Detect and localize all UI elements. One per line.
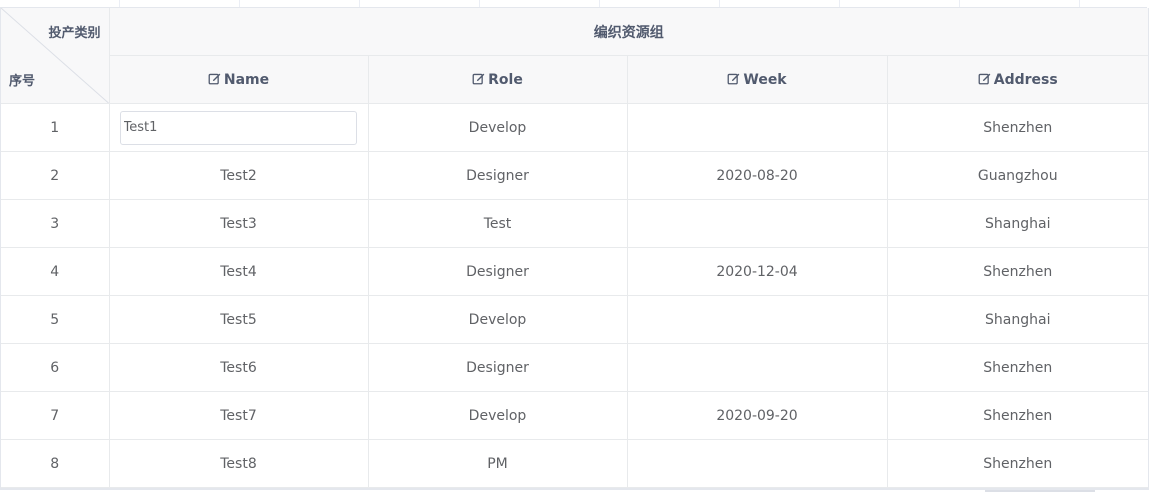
week-cell[interactable] <box>626 199 888 248</box>
week-cell[interactable]: 2020-08-20 <box>626 151 888 200</box>
address-cell[interactable]: Shenzhen <box>886 439 1148 488</box>
column-header-name[interactable]: Name <box>109 55 369 104</box>
name-cell[interactable]: Test3 <box>108 199 369 248</box>
header-row-columns: Name Role Week Address <box>1 55 1148 104</box>
table-header: 投产类别 序号 编织资源组 Name Role Week Address <box>1 8 1148 104</box>
column-header-label: Name <box>223 71 270 88</box>
edit-icon <box>978 73 991 84</box>
edit-icon <box>208 73 221 84</box>
address-cell[interactable]: Shenzhen <box>886 391 1148 440</box>
address-cell[interactable]: Shenzhen <box>886 343 1148 392</box>
week-cell[interactable] <box>626 439 888 488</box>
week-cell[interactable]: 2020-09-20 <box>626 391 888 440</box>
row-seq-cell: 5 <box>1 295 110 344</box>
row-seq-cell: 6 <box>1 343 110 392</box>
role-cell[interactable]: Designer <box>367 247 628 296</box>
table-row: 6 Test6 Designer Shenzhen <box>1 343 1148 392</box>
data-grid: 投产类别 序号 编织资源组 Name Role Week Address 1 T… <box>1 8 1148 488</box>
row-seq-cell: 8 <box>1 439 110 488</box>
row-seq-cell: 3 <box>1 199 110 248</box>
name-cell[interactable]: Test8 <box>108 439 369 488</box>
name-cell[interactable]: Test4 <box>108 247 369 296</box>
address-cell[interactable]: Shanghai <box>886 295 1148 344</box>
table-row: 1 Develop Shenzhen <box>1 103 1148 152</box>
corner-category-label: 投产类别 <box>48 26 101 41</box>
role-cell[interactable]: Designer <box>367 151 628 200</box>
name-cell[interactable]: Test6 <box>108 343 369 392</box>
name-cell[interactable]: Test7 <box>108 391 369 440</box>
role-cell[interactable]: Develop <box>367 295 628 344</box>
table-body: 1 Develop Shenzhen 2 Test2 Designer 2020… <box>1 103 1148 488</box>
name-cell[interactable]: Test5 <box>108 295 369 344</box>
row-seq-cell: 2 <box>1 151 110 200</box>
edit-icon <box>472 73 485 84</box>
name-cell[interactable] <box>108 103 369 152</box>
address-cell[interactable]: Guangzhou <box>886 151 1148 200</box>
column-header-address[interactable]: Address <box>886 55 1148 104</box>
header-corner-cell: 投产类别 序号 <box>1 8 110 104</box>
name-cell[interactable]: Test2 <box>108 151 369 200</box>
table-row: 7 Test7 Develop 2020-09-20 Shenzhen <box>1 391 1148 440</box>
name-edit-input[interactable] <box>119 110 357 145</box>
address-cell[interactable]: Shenzhen <box>886 247 1148 296</box>
role-cell[interactable]: PM <box>367 439 628 488</box>
row-seq-cell: 7 <box>1 391 110 440</box>
week-cell[interactable] <box>626 343 888 392</box>
column-header-week[interactable]: Week <box>626 55 888 104</box>
edit-icon <box>727 73 740 84</box>
group-header: 编织资源组 <box>108 8 1148 56</box>
column-header-label: Role <box>488 71 523 88</box>
row-seq-cell: 1 <box>1 103 110 152</box>
corner-seq-label: 序号 <box>9 74 36 89</box>
role-cell[interactable]: Test <box>367 199 628 248</box>
column-header-role[interactable]: Role <box>367 55 628 104</box>
week-cell[interactable] <box>626 295 888 344</box>
address-cell[interactable]: Shanghai <box>886 199 1148 248</box>
address-cell[interactable]: Shenzhen <box>886 103 1148 152</box>
column-header-label: Week <box>743 71 787 88</box>
table-row: 5 Test5 Develop Shanghai <box>1 295 1148 344</box>
week-cell[interactable] <box>626 103 888 152</box>
header-row-group: 投产类别 序号 编织资源组 <box>1 8 1148 104</box>
row-seq-cell: 4 <box>1 247 110 296</box>
page: 投产类别 序号 编织资源组 Name Role Week Address 1 T… <box>0 0 1150 492</box>
table-row: 8 Test8 PM Shenzhen <box>1 439 1148 488</box>
role-cell[interactable]: Designer <box>367 343 628 392</box>
table-row: 4 Test4 Designer 2020-12-04 Shenzhen <box>1 247 1148 296</box>
column-header-label: Address <box>993 71 1058 88</box>
role-cell[interactable]: Develop <box>367 103 628 152</box>
table-row: 3 Test3 Test Shanghai <box>1 199 1148 248</box>
week-cell[interactable]: 2020-12-04 <box>626 247 888 296</box>
role-cell[interactable]: Develop <box>367 391 628 440</box>
table-row: 2 Test2 Designer 2020-08-20 Guangzhou <box>1 151 1148 200</box>
editable-table: 投产类别 序号 编织资源组 Name Role Week Address 1 T… <box>0 8 1149 490</box>
